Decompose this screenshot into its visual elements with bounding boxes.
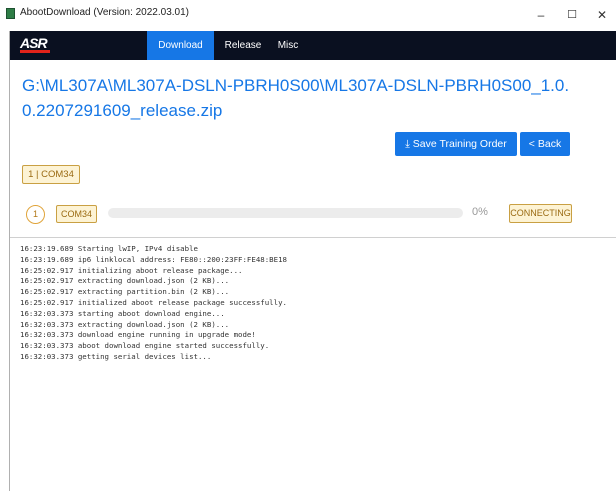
port-chip[interactable]: 1 | COM34: [22, 165, 80, 184]
device-port-badge: COM34: [56, 205, 97, 223]
log-line: 16:32:03.373 getting serial devices list…: [20, 351, 212, 361]
device-index-badge: 1: [26, 205, 45, 224]
close-button[interactable]: ✕: [588, 4, 616, 26]
window-titlebar: AbootDownload (Version: 2022.03.01) – ☐ …: [0, 0, 616, 31]
status-badge: CONNECTING: [509, 204, 572, 223]
tab-misc[interactable]: Misc: [269, 31, 307, 60]
log-line: 16:25:02.917 initialized aboot release p…: [20, 297, 287, 307]
asr-logo: ASR: [20, 35, 58, 54]
log-panel[interactable]: 16:23:19.689 Starting lwIP, IPv4 disable…: [10, 237, 616, 491]
log-line: 16:25:02.917 extracting partition.bin (2…: [20, 287, 230, 297]
maximize-button[interactable]: ☐: [558, 4, 586, 26]
window-left-edge: [0, 31, 10, 491]
log-line: 16:25:02.917 extracting download.json (2…: [20, 276, 230, 286]
log-line: 16:32:03.373 download engine running in …: [20, 330, 256, 340]
save-training-order-button[interactable]: ⤓ Save Training Order: [395, 132, 517, 156]
progress-percent: 0%: [472, 206, 488, 218]
tab-release[interactable]: Release: [219, 31, 267, 60]
logo-underline: [20, 50, 50, 53]
log-line: 16:23:19.689 ip6 linklocal address: FE80…: [20, 254, 287, 264]
package-path: G:\ML307A\ML307A-DSLN-PBRH0S00\ML307A-DS…: [22, 76, 570, 120]
log-line: 16:32:03.373 extracting download.json (2…: [20, 319, 230, 329]
app-icon: [6, 8, 15, 19]
tab-download[interactable]: Download: [147, 31, 214, 60]
log-line: 16:32:03.373 starting aboot download eng…: [20, 308, 225, 318]
log-line: 16:23:19.689 Starting lwIP, IPv4 disable: [20, 244, 198, 253]
log-line: 16:25:02.917 initializing aboot release …: [20, 265, 243, 275]
top-navbar: ASR Download Release Misc: [10, 31, 616, 60]
log-line: 16:32:03.373 aboot download engine start…: [20, 341, 270, 351]
minimize-button[interactable]: –: [527, 4, 555, 26]
back-button[interactable]: < Back: [520, 132, 570, 156]
logo-text: ASR: [20, 35, 48, 51]
download-progress-bar: [108, 208, 463, 218]
window-title: AbootDownload (Version: 2022.03.01): [20, 7, 190, 18]
